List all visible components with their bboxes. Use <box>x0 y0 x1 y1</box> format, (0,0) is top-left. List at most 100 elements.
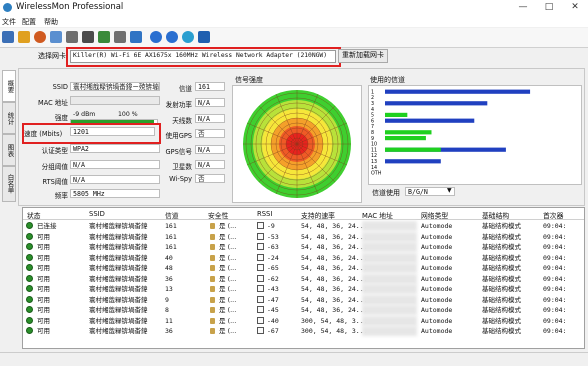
lock-icon <box>210 244 215 250</box>
ch-cell: 48 <box>165 264 173 272</box>
status-icon <box>26 295 33 303</box>
tab-stats[interactable]: 统计 <box>2 102 16 134</box>
network-icon[interactable] <box>34 31 46 43</box>
sec-cell: 是 (... <box>219 253 237 262</box>
minimize-button[interactable]: — <box>510 0 536 16</box>
table-row[interactable]: 可用 寰村缃戠粶锛堝畨鍏 9 是 (... -47 54, 48, 36, 24... Au… <box>23 294 584 305</box>
channel-tick-label: 8 <box>371 130 374 136</box>
maximize-button[interactable]: □ <box>536 0 562 16</box>
monitor-icon[interactable] <box>82 31 94 43</box>
export-icon[interactable] <box>98 31 110 43</box>
infra-cell: 基础结构模式 <box>482 274 521 283</box>
ch-cell: 9 <box>165 295 169 304</box>
rate-cell: 300, 54, 48, 3... <box>301 316 368 325</box>
menu-config[interactable]: 配置 <box>22 17 36 27</box>
rssi-cell: -65 <box>267 264 279 272</box>
table-row[interactable]: 可用 寰村缃戠粶锛堝畨鍏 161 是 (... -63 54, 48, 36, 24...… <box>23 242 584 252</box>
channel-bar-used <box>385 112 408 117</box>
status-icon <box>26 264 33 271</box>
open-icon[interactable] <box>18 31 30 43</box>
lock-icon <box>210 223 215 229</box>
adapter-highlight <box>66 47 341 67</box>
header-mac[interactable]: MAC 地址 <box>362 210 393 220</box>
table-row[interactable]: 已连接 寰村缃戠粶锛堝畨鍏 161 是 (... -9 54, 48, 36, 24...… <box>23 221 584 231</box>
status-bar <box>0 352 588 366</box>
header-rates[interactable]: 支持的速率 <box>301 210 335 220</box>
channel-usage-label: 信道使用 <box>372 189 400 197</box>
ssid-cell: 寰村缃戠粶锛堝畨鍏 <box>89 285 148 293</box>
status-cell: 可用 <box>37 264 50 272</box>
ssid-cell: 寰村缃戠粶锛堝畨鍏 <box>89 243 148 251</box>
sec-cell: 是 (... <box>219 222 237 230</box>
auth-value: WPA2 <box>70 144 160 153</box>
table-row[interactable]: 可用 寰村缃戠粶锛堝畨鍏 161 是 (... -53 54, 48, 36, 24...… <box>23 231 584 242</box>
channel-bar-other <box>385 89 531 94</box>
auth-label: 认证类型 <box>41 147 68 155</box>
header-first-seen[interactable]: 首次器 <box>543 210 563 220</box>
rssi-cell: -53 <box>267 232 279 241</box>
reload-adapter-button[interactable]: 重新加载网卡 <box>338 49 388 63</box>
first-cell: 09:04: <box>543 295 567 304</box>
ch-cell: 13 <box>165 285 173 293</box>
rate-cell: 54, 48, 36, 24... <box>301 253 368 262</box>
left-tabs: 概要 统计 图表 白名单 <box>0 68 16 203</box>
ssid-cell: 寰村缃戠粶锛堝畨鍏 <box>89 232 148 241</box>
mac-redacted <box>362 326 417 336</box>
rssi-cell: -24 <box>267 253 279 262</box>
save-icon[interactable] <box>2 31 14 43</box>
lock-icon <box>210 265 215 271</box>
type-cell: Automode <box>421 316 453 325</box>
help-icon[interactable] <box>166 31 178 43</box>
channel-bar-used <box>385 130 432 135</box>
rssi-cell: -9 <box>267 222 275 230</box>
table-row[interactable]: 可用 寰村缃戠粶锛堝畨鍏 48 是 (... -65 54, 48, 36, 24... A… <box>23 263 584 273</box>
table-row[interactable]: 可用 寰村缃戠粶锛堝畨鍏 13 是 (... -43 54, 48, 36, 24... A… <box>23 284 584 294</box>
first-cell: 09:04: <box>543 232 567 241</box>
globe-icon[interactable] <box>182 31 194 43</box>
status-icon <box>26 306 33 313</box>
table-row[interactable]: 可用 寰村缃戠粶锛堝畨鍏 40 是 (... -24 54, 48, 36, 24... A… <box>23 252 584 263</box>
rssi-cell: -43 <box>267 285 279 293</box>
rate-cell: 54, 48, 36, 24... <box>301 222 368 230</box>
chart-icon[interactable] <box>130 31 142 43</box>
table-row[interactable]: 可用 寰村缃戠粶锛堝畨鍏 36 是 (... -62 54, 48, 36, 24... A… <box>23 273 584 284</box>
header-security[interactable]: 安全性 <box>208 210 228 220</box>
header-status[interactable]: 状态 <box>27 210 41 220</box>
speed-value: 1201 <box>70 127 155 136</box>
header-network-type[interactable]: 网络类型 <box>421 210 448 220</box>
user-icon[interactable] <box>50 31 62 43</box>
strength-min: -9 dBm <box>73 111 96 118</box>
infra-cell: 基础结构模式 <box>482 285 521 293</box>
gps-use-label: 使用GPS <box>165 132 192 140</box>
close-button[interactable]: ✕ <box>562 0 588 16</box>
header-channel[interactable]: 信道 <box>165 210 179 220</box>
infra-cell: 基础结构模式 <box>482 264 521 272</box>
menu-help[interactable]: 帮助 <box>44 17 58 27</box>
lock-icon <box>210 233 215 240</box>
signal-icon <box>257 253 264 261</box>
channel-tick-label: 9 <box>371 136 374 142</box>
infra-cell: 基础结构模式 <box>482 316 521 325</box>
infra-cell: 基础结构模式 <box>482 306 521 314</box>
printer-icon[interactable] <box>66 31 78 43</box>
header-ssid[interactable]: SSID <box>89 210 105 218</box>
info-icon[interactable] <box>150 31 162 43</box>
tab-summary[interactable]: 概要 <box>2 70 16 102</box>
ssid-label: SSID <box>52 83 68 91</box>
chevron-down-icon[interactable]: ▼ <box>447 187 452 194</box>
tab-graph[interactable]: 图表 <box>2 134 16 166</box>
menu-file[interactable]: 文件 <box>2 17 16 27</box>
header-infrastructure[interactable]: 基础结构 <box>482 210 509 220</box>
table-row[interactable]: 可用 寰村缃戠粶锛堝畨鍏 11 是 (... -40 300, 54, 48, 3... A… <box>23 315 584 326</box>
rate-cell: 54, 48, 36, 24... <box>301 285 368 293</box>
settings-icon[interactable] <box>114 31 126 43</box>
tab-whitelist[interactable]: 白名单 <box>2 166 16 202</box>
channel-tick-label: 11 <box>371 147 377 153</box>
table-row[interactable]: 可用 寰村缃戠粶锛堝畨鍏 36 是 (... -67 300, 54, 48, 3... A… <box>23 326 584 336</box>
refresh-icon[interactable] <box>198 31 210 43</box>
mac-redacted <box>362 305 417 315</box>
lock-icon <box>210 307 215 313</box>
table-row[interactable]: 可用 寰村缃戠粶锛堝畨鍏 8 是 (... -45 54, 48, 36, 24... Au… <box>23 305 584 315</box>
type-cell: Automode <box>421 264 453 272</box>
header-rssi[interactable]: RSSI <box>257 210 272 218</box>
